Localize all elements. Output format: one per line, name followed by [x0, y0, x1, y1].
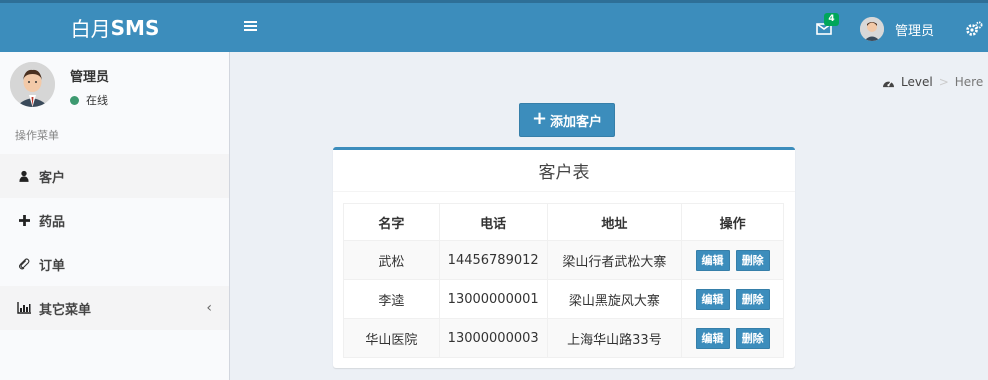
mail-count-badge: 4	[824, 13, 839, 26]
online-status-text: 在线	[86, 94, 108, 107]
cell-actions: 编辑 删除	[681, 240, 784, 280]
cell-address: 梁山行者武松大寨	[546, 240, 683, 280]
sidebar-item-medicine[interactable]: 药品	[0, 198, 229, 242]
delete-button[interactable]: 删除	[735, 288, 770, 310]
paperclip-icon	[17, 257, 31, 271]
plus-icon	[17, 213, 31, 227]
top-header: 白月 SMS 4 管理员	[0, 0, 988, 52]
menu-header: 操作菜单	[15, 129, 59, 142]
sidebar-item-label: 订单	[39, 258, 66, 274]
breadcrumb-level[interactable]: Level	[901, 75, 933, 89]
chevron-left-icon: ‹	[206, 300, 212, 316]
column-header-name: 名字	[343, 203, 440, 241]
sidebar-item-orders[interactable]: 订单	[0, 242, 229, 286]
cell-name: 武松	[343, 240, 440, 280]
header-user-name[interactable]: 管理员	[895, 20, 934, 39]
sidebar-item-other-menu[interactable]: 其它菜单 ‹	[0, 286, 229, 330]
cell-phone: 13000000001	[438, 279, 548, 319]
edit-button[interactable]: 编辑	[695, 249, 730, 271]
sidebar-user-name: 管理员	[70, 70, 110, 85]
table-row: 武松 14456789012 梁山行者武松大寨 编辑 删除	[343, 240, 784, 280]
plus-icon: +	[531, 108, 548, 129]
sidebar-item-customers[interactable]: 客户	[0, 154, 229, 198]
user-icon	[17, 169, 31, 183]
online-status: 在线	[70, 92, 108, 108]
cell-phone: 14456789012	[438, 240, 548, 280]
sidebar-menu: 客户 药品 订单 其它菜单 ‹	[0, 154, 229, 330]
delete-button[interactable]: 删除	[735, 327, 770, 349]
logo[interactable]: 白月 SMS	[0, 3, 230, 52]
breadcrumb: Level > Here	[882, 75, 983, 89]
header-avatar[interactable]	[860, 17, 884, 41]
customer-table: 名字 电话 地址 操作 武松 14456789012 梁山行者武松大寨 编辑 删…	[343, 203, 784, 358]
breadcrumb-here: Here	[954, 75, 984, 89]
sidebar-item-label: 药品	[39, 214, 66, 230]
cell-address: 梁山黑旋风大寨	[546, 279, 683, 319]
sidebar-item-label: 其它菜单	[39, 302, 92, 318]
bar-chart-icon	[17, 301, 31, 315]
cell-phone: 13000000003	[438, 318, 548, 358]
cell-address: 上海华山路33号	[546, 318, 683, 358]
sidebar: 管理员 在线 操作菜单 客户 药品 订单 其它菜单 ‹	[0, 52, 230, 380]
table-title: 客户表	[333, 150, 795, 192]
column-header-phone: 电话	[438, 203, 548, 241]
cell-name: 李逵	[343, 279, 440, 319]
table-row: 李逵 13000000001 梁山黑旋风大寨 编辑 删除	[343, 279, 784, 319]
customer-table-box: 客户表 名字 电话 地址 操作 武松 14456789012 梁山行者武松大寨 …	[333, 147, 795, 368]
dashboard-icon	[883, 80, 894, 87]
cell-actions: 编辑 删除	[681, 318, 784, 358]
column-header-address: 地址	[546, 203, 683, 241]
cell-name: 华山医院	[343, 318, 440, 358]
user-avatar	[10, 62, 55, 107]
table-row: 华山医院 13000000003 上海华山路33号 编辑 删除	[343, 318, 784, 358]
add-customer-label: 添加客户	[550, 114, 603, 130]
online-dot-icon	[70, 95, 79, 105]
add-customer-button[interactable]: + 添加客户	[519, 103, 615, 137]
breadcrumb-separator: >	[938, 75, 949, 89]
gears-icon[interactable]	[965, 20, 983, 38]
edit-button[interactable]: 编辑	[695, 327, 730, 349]
sidebar-toggle-icon[interactable]	[244, 19, 258, 35]
edit-button[interactable]: 编辑	[695, 288, 730, 310]
column-header-actions: 操作	[681, 203, 784, 241]
table-header-row: 名字 电话 地址 操作	[343, 203, 784, 241]
delete-button[interactable]: 删除	[735, 249, 770, 271]
logo-light-text: 白月	[70, 17, 111, 41]
user-panel: 管理员 在线	[0, 52, 230, 118]
cell-actions: 编辑 删除	[681, 279, 784, 319]
logo-bold-text: SMS	[110, 15, 160, 40]
sidebar-item-label: 客户	[39, 170, 66, 186]
